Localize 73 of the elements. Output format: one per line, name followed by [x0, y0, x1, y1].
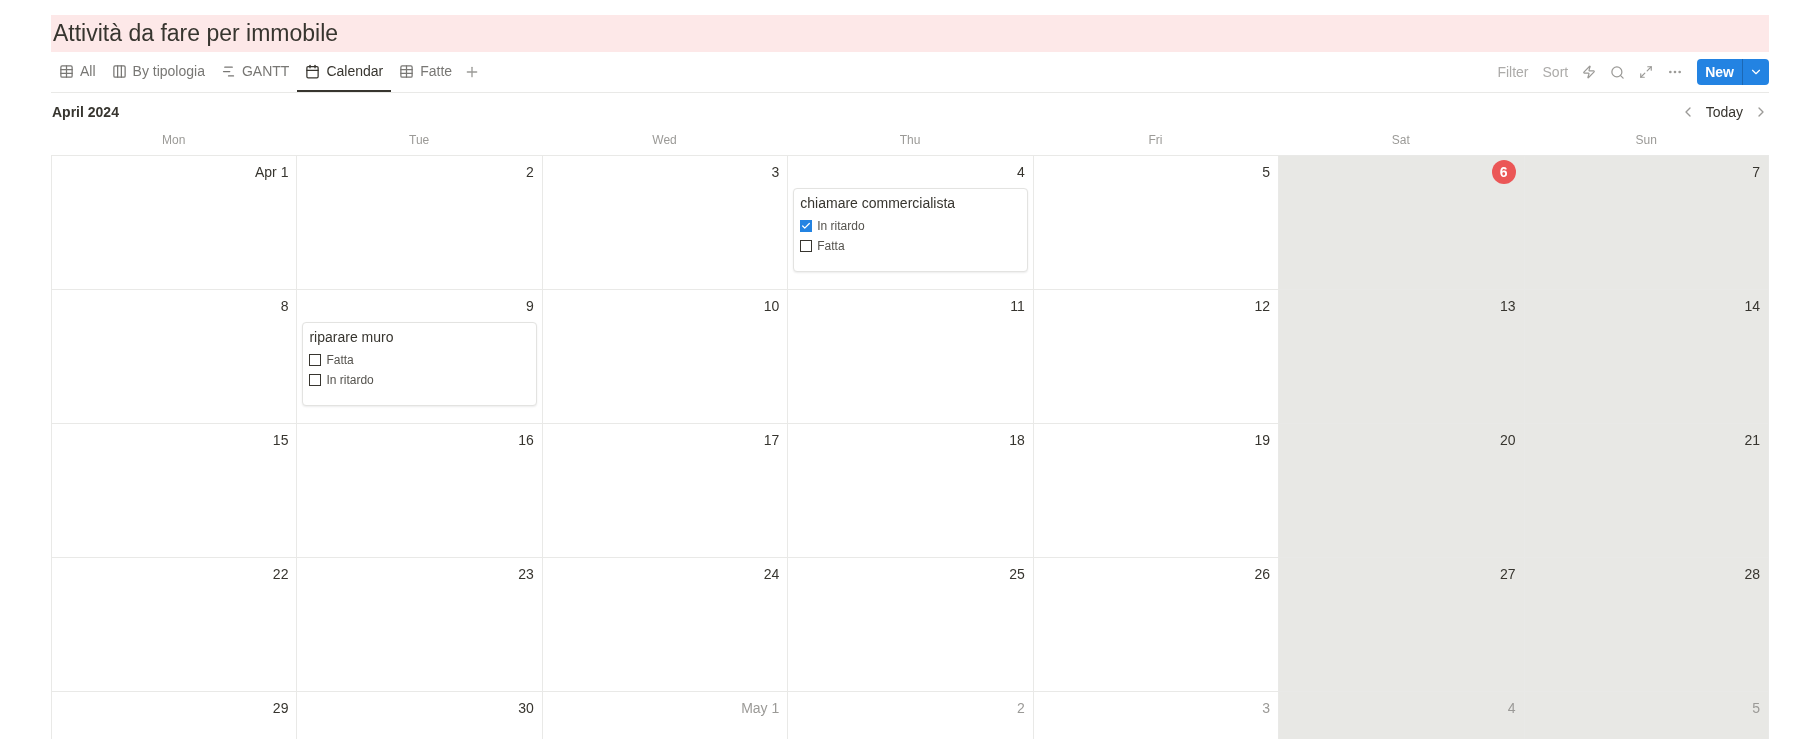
day-number: 20 — [1500, 431, 1516, 450]
day-number: 12 — [1254, 297, 1271, 316]
day-number: 28 — [1744, 565, 1760, 584]
expand-icon[interactable] — [1639, 65, 1654, 79]
day-number: 21 — [1744, 431, 1760, 450]
day-number: May 1 — [741, 699, 780, 718]
checkbox-label: In ritardo — [326, 373, 374, 387]
new-button[interactable]: New — [1697, 59, 1743, 85]
checkbox[interactable] — [309, 374, 322, 386]
table-icon — [59, 63, 74, 79]
day-number: 4 — [1016, 163, 1025, 182]
checkbox[interactable] — [800, 240, 813, 252]
day-number: 22 — [272, 565, 289, 584]
event-card[interactable]: riparare muro Fatta In ritardo — [302, 322, 537, 406]
timeline-icon — [220, 63, 236, 79]
day-number: 30 — [518, 699, 534, 718]
view-tab[interactable]: All — [51, 52, 104, 92]
day-number: 27 — [1500, 565, 1516, 584]
day-number: 29 — [272, 699, 289, 718]
page-title: Attività da fare per immobile — [51, 15, 1769, 52]
board-icon — [111, 63, 127, 79]
day-number: 26 — [1254, 565, 1271, 584]
lightning-icon[interactable] — [1582, 65, 1597, 79]
day-number: 15 — [272, 431, 289, 450]
checkbox-label: In ritardo — [817, 219, 865, 233]
today-button[interactable]: Today — [1705, 104, 1743, 120]
checkbox[interactable] — [309, 354, 322, 366]
search-icon[interactable] — [1610, 64, 1626, 80]
calendar-icon — [305, 63, 321, 79]
event-title: chiamare commercialista — [800, 195, 957, 211]
view-tab[interactable]: Fatte — [391, 52, 461, 92]
day-number: 14 — [1744, 297, 1760, 316]
checkbox[interactable] — [800, 220, 813, 232]
checkbox-label: Fatta — [817, 239, 845, 253]
day-number: 25 — [1009, 565, 1025, 584]
today-date: 6 — [1491, 160, 1516, 184]
day-number: 5 — [1262, 163, 1271, 182]
day-number: 2 — [526, 163, 534, 182]
weekday-label: Thu — [898, 132, 922, 149]
weekday-label: Wed — [651, 132, 678, 149]
view-tab[interactable]: By tipologia — [103, 52, 213, 92]
day-number: 16 — [518, 431, 534, 450]
day-number: Apr 1 — [254, 163, 289, 182]
weekday-label: Fri — [1147, 132, 1164, 149]
day-number: 24 — [763, 565, 780, 584]
day-number: 10 — [763, 297, 780, 316]
day-number: 5 — [1752, 699, 1760, 718]
day-number: 19 — [1254, 431, 1271, 450]
new-button-group[interactable]: New — [1697, 59, 1769, 85]
day-number: 13 — [1500, 297, 1516, 316]
day-number: 17 — [763, 431, 780, 450]
day-number: 11 — [1010, 297, 1025, 316]
day-number: 3 — [771, 163, 780, 182]
view-tab[interactable]: Calendar — [297, 52, 392, 92]
day-number: 23 — [518, 565, 534, 584]
event-title: riparare muro — [309, 329, 395, 345]
weekday-label: Sun — [1634, 132, 1658, 149]
weekday-label: Mon — [161, 132, 187, 149]
event-card[interactable]: chiamare commercialista In ritardo Fatta — [793, 188, 1028, 272]
view-tab[interactable]: GANTT — [212, 52, 298, 92]
day-number: 8 — [280, 297, 289, 316]
weekday-label: Sat — [1390, 132, 1411, 149]
day-number: 9 — [526, 297, 534, 316]
day-number: 4 — [1507, 699, 1516, 718]
day-number: 2 — [1016, 699, 1025, 718]
day-number: 18 — [1009, 431, 1025, 450]
weekday-label: Tue — [408, 132, 431, 149]
day-number: 7 — [1752, 163, 1760, 182]
checkbox-label: Fatta — [326, 353, 354, 367]
month-label: April 2024 — [52, 104, 119, 120]
day-number: 3 — [1262, 699, 1271, 718]
table-icon — [399, 63, 415, 79]
sort-button[interactable]: Sort — [1542, 64, 1569, 80]
